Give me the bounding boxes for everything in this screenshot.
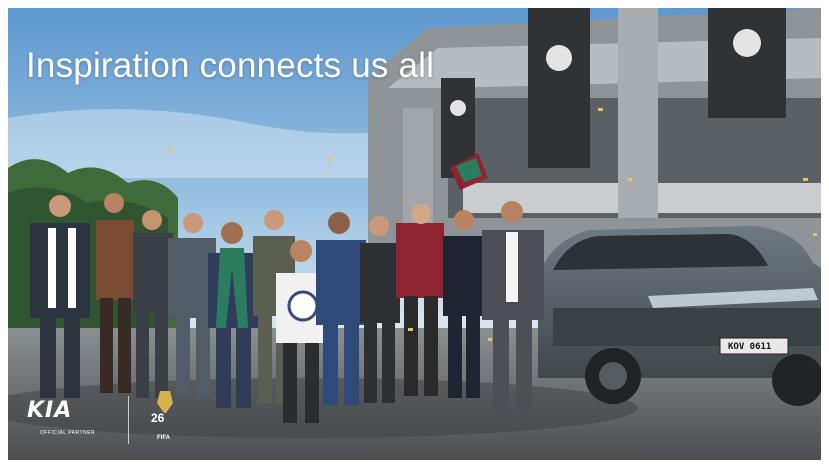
- stadium-banner: [528, 8, 590, 168]
- football: [287, 290, 319, 322]
- stadium-banner: [708, 8, 786, 118]
- trophy-badge-icon: 26: [151, 391, 173, 425]
- official-partner-caption: OFFICIAL PARTNER: [40, 430, 96, 436]
- headline: Inspiration connects us all: [26, 46, 435, 85]
- license-plate-text: KOV 0611: [728, 342, 772, 352]
- kia-logo: KIA: [27, 398, 73, 423]
- logo-divider: [128, 396, 129, 444]
- advert-banner: 26 Inspiration connects us all KIA OFFIC…: [8, 8, 821, 460]
- fifa-caption: FIFA: [157, 435, 170, 441]
- svg-text:26: 26: [151, 411, 165, 425]
